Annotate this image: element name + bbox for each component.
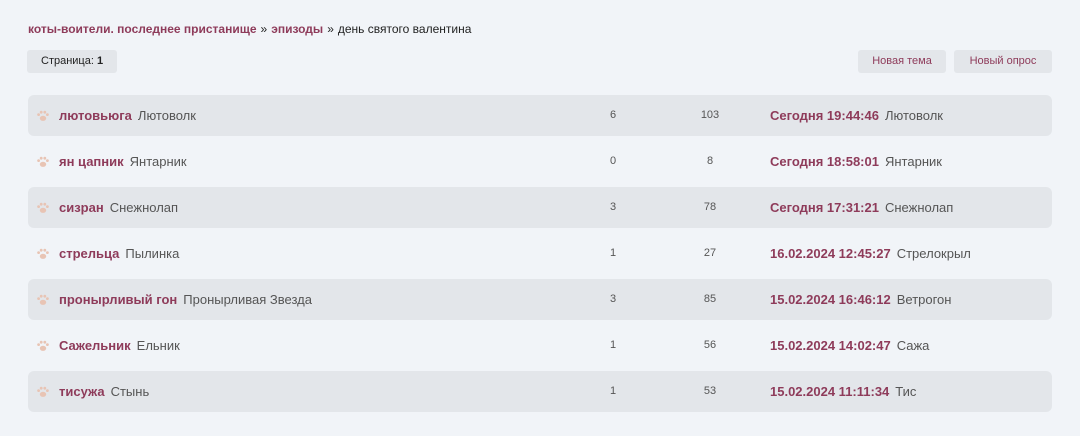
topic-author: Лютоволк [137, 108, 196, 123]
topic-row: пронырливый гон Пронырливая Звезда 3 85 15.0… [28, 279, 1052, 320]
topic-views-count: 103 [700, 109, 720, 121]
topic-replies-count: 3 [609, 293, 617, 305]
last-post-author: Стрелокрыл [896, 246, 971, 261]
topic-last-post: 15.02.2024 16:46:12 Ветрогон [770, 279, 951, 320]
topic-row: ян цапник Янтарник 0 8 Сегодня 18:58:01 Янтар… [28, 141, 1052, 182]
topic-title-link[interactable]: лютовьюга [59, 108, 132, 123]
topic-views-count: 56 [703, 339, 717, 351]
paw-icon [36, 109, 50, 123]
topic-author: Пронырливая Звезда [183, 292, 312, 307]
topic-author: Пылинка [125, 246, 180, 261]
pagination: Страница: 1 [27, 50, 118, 73]
topic-title-link[interactable]: ян цапник [59, 154, 124, 169]
topic-last-post: Сегодня 19:44:46 Лютоволк [770, 95, 943, 136]
paw-icon [36, 155, 50, 169]
paw-icon [36, 293, 50, 307]
topic-last-post: 16.02.2024 12:45:27 Стрелокрыл [770, 233, 971, 274]
breadcrumb-separator: » [260, 22, 268, 36]
last-post-author: Янтарник [884, 154, 942, 169]
topic-title-link[interactable]: стрельца [59, 246, 119, 261]
breadcrumb-current: день святого валентина [337, 22, 472, 36]
last-post-date-link[interactable]: Сегодня 17:31:21 [770, 200, 879, 215]
pagination-label: Страница: [41, 55, 94, 67]
new-topic-button[interactable]: Новая тема [858, 50, 946, 73]
topic-title-cell: лютовьюга Лютоволк [59, 95, 196, 136]
topic-author: Ельник [136, 338, 180, 353]
last-post-author: Ветрогон [896, 292, 952, 307]
topic-replies-count: 6 [609, 109, 617, 121]
last-post-date-link[interactable]: Сегодня 19:44:46 [770, 108, 879, 123]
topic-replies-count: 1 [609, 247, 617, 259]
new-poll-button[interactable]: Новый опрос [954, 50, 1052, 73]
topic-replies-count: 3 [609, 201, 617, 213]
topic-title-cell: пронырливый гон Пронырливая Звезда [59, 279, 312, 320]
paw-icon [36, 339, 50, 353]
topic-last-post: 15.02.2024 11:11:34 Тис [770, 371, 916, 412]
topic-replies-count: 1 [609, 385, 617, 397]
topic-row: сизран Снежнолап 3 78 Сегодня 17:31:21 Снежно… [28, 187, 1052, 228]
topic-title-cell: тисужа Стынь [59, 371, 149, 412]
topic-last-post: Сегодня 18:58:01 Янтарник [770, 141, 942, 182]
topic-replies-count: 0 [609, 155, 617, 167]
topic-title-cell: стрельца Пылинка [59, 233, 179, 274]
topic-last-post: 15.02.2024 14:02:47 Сажа [770, 325, 929, 366]
topic-title-cell: сизран Снежнолап [59, 187, 178, 228]
last-post-date-link[interactable]: 15.02.2024 14:02:47 [770, 338, 891, 353]
topic-views-count: 85 [703, 293, 717, 305]
last-post-date-link[interactable]: Сегодня 18:58:01 [770, 154, 879, 169]
topic-replies-count: 1 [609, 339, 617, 351]
topic-title-cell: ян цапник Янтарник [59, 141, 187, 182]
breadcrumb-forum-link[interactable]: коты-воители. последнее пристанище [28, 22, 257, 36]
last-post-date-link[interactable]: 15.02.2024 16:46:12 [770, 292, 891, 307]
pagination-current-page[interactable]: 1 [97, 55, 103, 67]
breadcrumb-separator: » [327, 22, 334, 36]
topic-list: лютовьюга Лютоволк 6 103 Сегодня 19:44:46 Лют… [28, 95, 1052, 417]
breadcrumb: коты-воители. последнее пристанище» эпизо… [28, 22, 471, 36]
topic-title-link[interactable]: сизран [59, 200, 104, 215]
topic-title-link[interactable]: тисужа [59, 384, 105, 399]
last-post-author: Сажа [896, 338, 930, 353]
last-post-date-link[interactable]: 15.02.2024 11:11:34 [770, 384, 889, 399]
topic-row: стрельца Пылинка 1 27 16.02.2024 12:45:27 Стр… [28, 233, 1052, 274]
topic-title-link[interactable]: пронырливый гон [59, 292, 177, 307]
paw-icon [36, 247, 50, 261]
topic-author: Янтарник [129, 154, 187, 169]
topic-last-post: Сегодня 17:31:21 Снежнолап [770, 187, 953, 228]
topic-views-count: 8 [706, 155, 714, 167]
breadcrumb-section-link[interactable]: эпизоды [271, 22, 323, 36]
topic-row: Сажельник Ельник 1 56 15.02.2024 14:02:47 Саж… [28, 325, 1052, 366]
last-post-date-link[interactable]: 16.02.2024 12:45:27 [770, 246, 891, 261]
topic-views-count: 78 [703, 201, 717, 213]
paw-icon [36, 385, 50, 399]
topic-author: Снежнолап [109, 200, 179, 215]
topic-author: Стынь [110, 384, 150, 399]
topic-row: лютовьюга Лютоволк 6 103 Сегодня 19:44:46 Лют… [28, 95, 1052, 136]
topic-title-link[interactable]: Сажельник [59, 338, 131, 353]
last-post-author: Снежнолап [884, 200, 954, 215]
topic-views-count: 53 [703, 385, 717, 397]
last-post-author: Тис [895, 384, 917, 399]
last-post-author: Лютоволк [884, 108, 943, 123]
topic-row: тисужа Стынь 1 53 15.02.2024 11:11:34 Тис [28, 371, 1052, 412]
topic-title-cell: Сажельник Ельник [59, 325, 180, 366]
paw-icon [36, 201, 50, 215]
topic-views-count: 27 [703, 247, 717, 259]
